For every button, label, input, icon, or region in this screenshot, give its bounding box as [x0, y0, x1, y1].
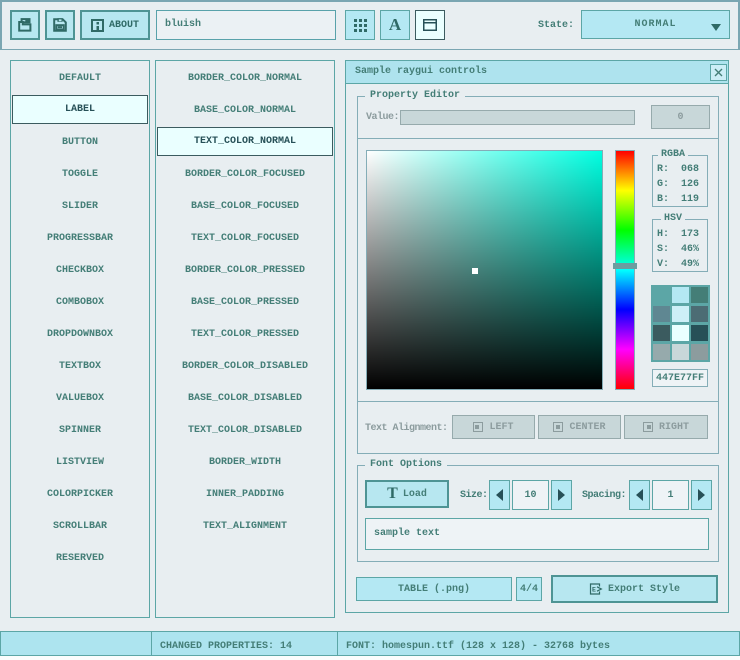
svg-text:E: E [592, 587, 596, 594]
